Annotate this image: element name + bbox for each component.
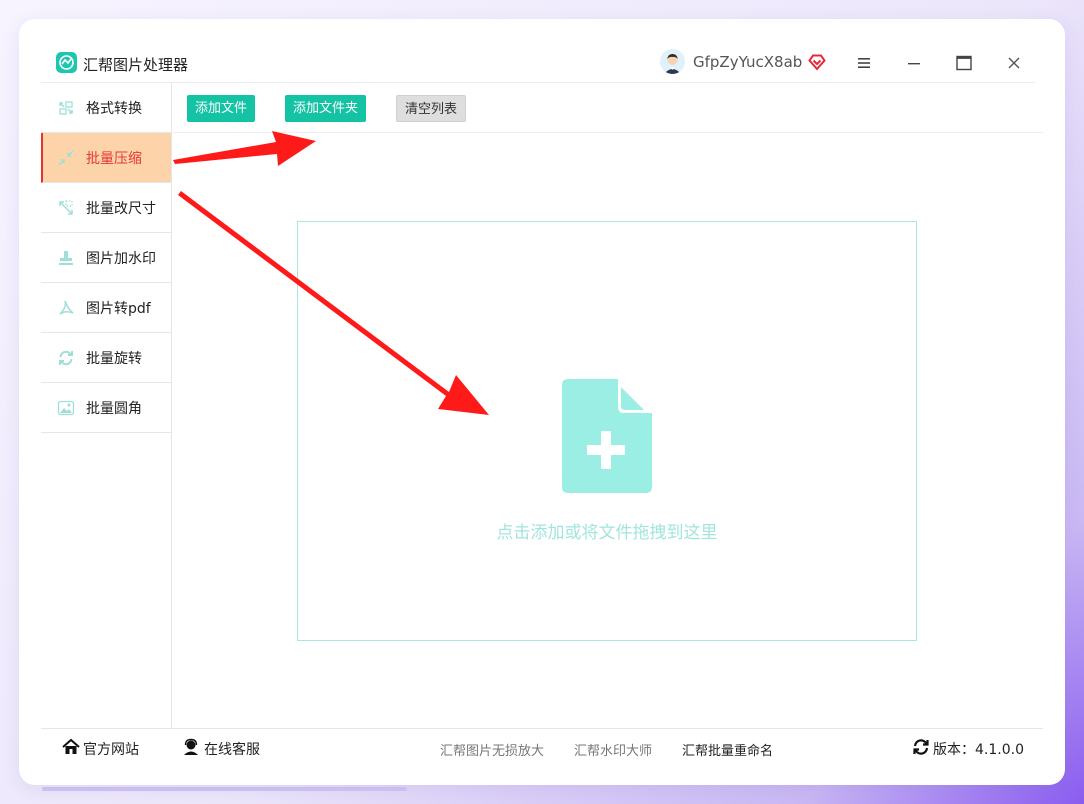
watermark-icon [59, 251, 73, 265]
add-file-icon [562, 379, 652, 493]
sidebar-item-label: 图片加水印 [86, 251, 156, 267]
sidebar-item-resize[interactable]: 批量改尺寸 [41, 183, 171, 233]
drop-hint-text: 点击添加或将文件拖拽到这里 [496, 523, 718, 543]
app-window: 汇帮图片处理器 GfpZyYucX8ab 格式转换 批量压缩 批量改尺寸 图片加… [41, 43, 1043, 765]
sidebar-item-compress[interactable]: 批量压缩 [41, 133, 171, 183]
add-file-button[interactable]: 添加文件 [187, 95, 256, 122]
hamburger-menu-icon [858, 58, 870, 68]
sidebar-item-label: 批量改尺寸 [86, 201, 156, 217]
compress-icon [58, 150, 74, 166]
app-logo-icon [56, 52, 77, 73]
menu-button[interactable] [850, 49, 878, 77]
sidebar-item-label: 图片转pdf [86, 301, 151, 317]
pdf-icon [59, 300, 74, 315]
username-label[interactable]: GfpZyYucX8ab [693, 53, 802, 71]
footer-link-upscale[interactable]: 汇帮图片无损放大 [440, 740, 544, 759]
background-bar [42, 787, 407, 791]
maximize-icon [956, 55, 972, 71]
official-website-link[interactable]: 官方网站 [83, 739, 139, 759]
sidebar-item-format-convert[interactable]: 格式转换 [41, 83, 171, 133]
sidebar: 格式转换 批量压缩 批量改尺寸 图片加水印 图片转pdf 批量旋转 批量圆角 [41, 83, 172, 728]
footer-link-batch-rename[interactable]: 汇帮批量重命名 [682, 740, 773, 759]
minimize-icon [908, 63, 920, 65]
toolbar: 添加文件 添加文件夹 清空列表 [172, 83, 1043, 133]
sidebar-item-label: 批量圆角 [86, 401, 142, 417]
sidebar-item-label: 格式转换 [86, 101, 142, 117]
version-label: 版本：4.1.0.0 [933, 742, 1024, 758]
clear-list-button[interactable]: 清空列表 [396, 95, 467, 122]
format-convert-icon [59, 101, 73, 115]
sidebar-item-pdf[interactable]: 图片转pdf [41, 283, 171, 333]
refresh-icon [913, 739, 929, 755]
minimize-button[interactable] [900, 49, 928, 77]
footer-link-watermark-master[interactable]: 汇帮水印大师 [574, 740, 652, 759]
app-title: 汇帮图片处理器 [83, 56, 189, 74]
round-corner-icon [57, 400, 75, 416]
sidebar-item-label: 批量压缩 [86, 151, 142, 167]
rotate-icon [59, 350, 73, 366]
sidebar-item-watermark[interactable]: 图片加水印 [41, 233, 171, 283]
online-support-link[interactable]: 在线客服 [204, 739, 260, 759]
user-avatar[interactable] [660, 49, 685, 74]
sidebar-item-label: 批量旋转 [86, 351, 142, 367]
file-drop-zone[interactable]: 点击添加或将文件拖拽到这里 [297, 221, 917, 641]
footer-bar: 官方网站 在线客服 汇帮图片无损放大 汇帮水印大师 汇帮批量重命名 版本：4.1… [41, 728, 1043, 766]
home-icon [62, 738, 80, 754]
resize-icon [59, 200, 73, 215]
vip-diamond-icon[interactable] [807, 52, 827, 72]
close-button[interactable] [1000, 49, 1028, 77]
maximize-button[interactable] [950, 49, 978, 77]
close-icon [1008, 57, 1020, 69]
customer-service-icon [184, 738, 198, 755]
sidebar-item-rotate[interactable]: 批量旋转 [41, 333, 171, 383]
title-bar: 汇帮图片处理器 GfpZyYucX8ab [41, 43, 1035, 83]
sidebar-item-round-corner[interactable]: 批量圆角 [41, 383, 171, 433]
add-folder-button[interactable]: 添加文件夹 [285, 95, 367, 122]
